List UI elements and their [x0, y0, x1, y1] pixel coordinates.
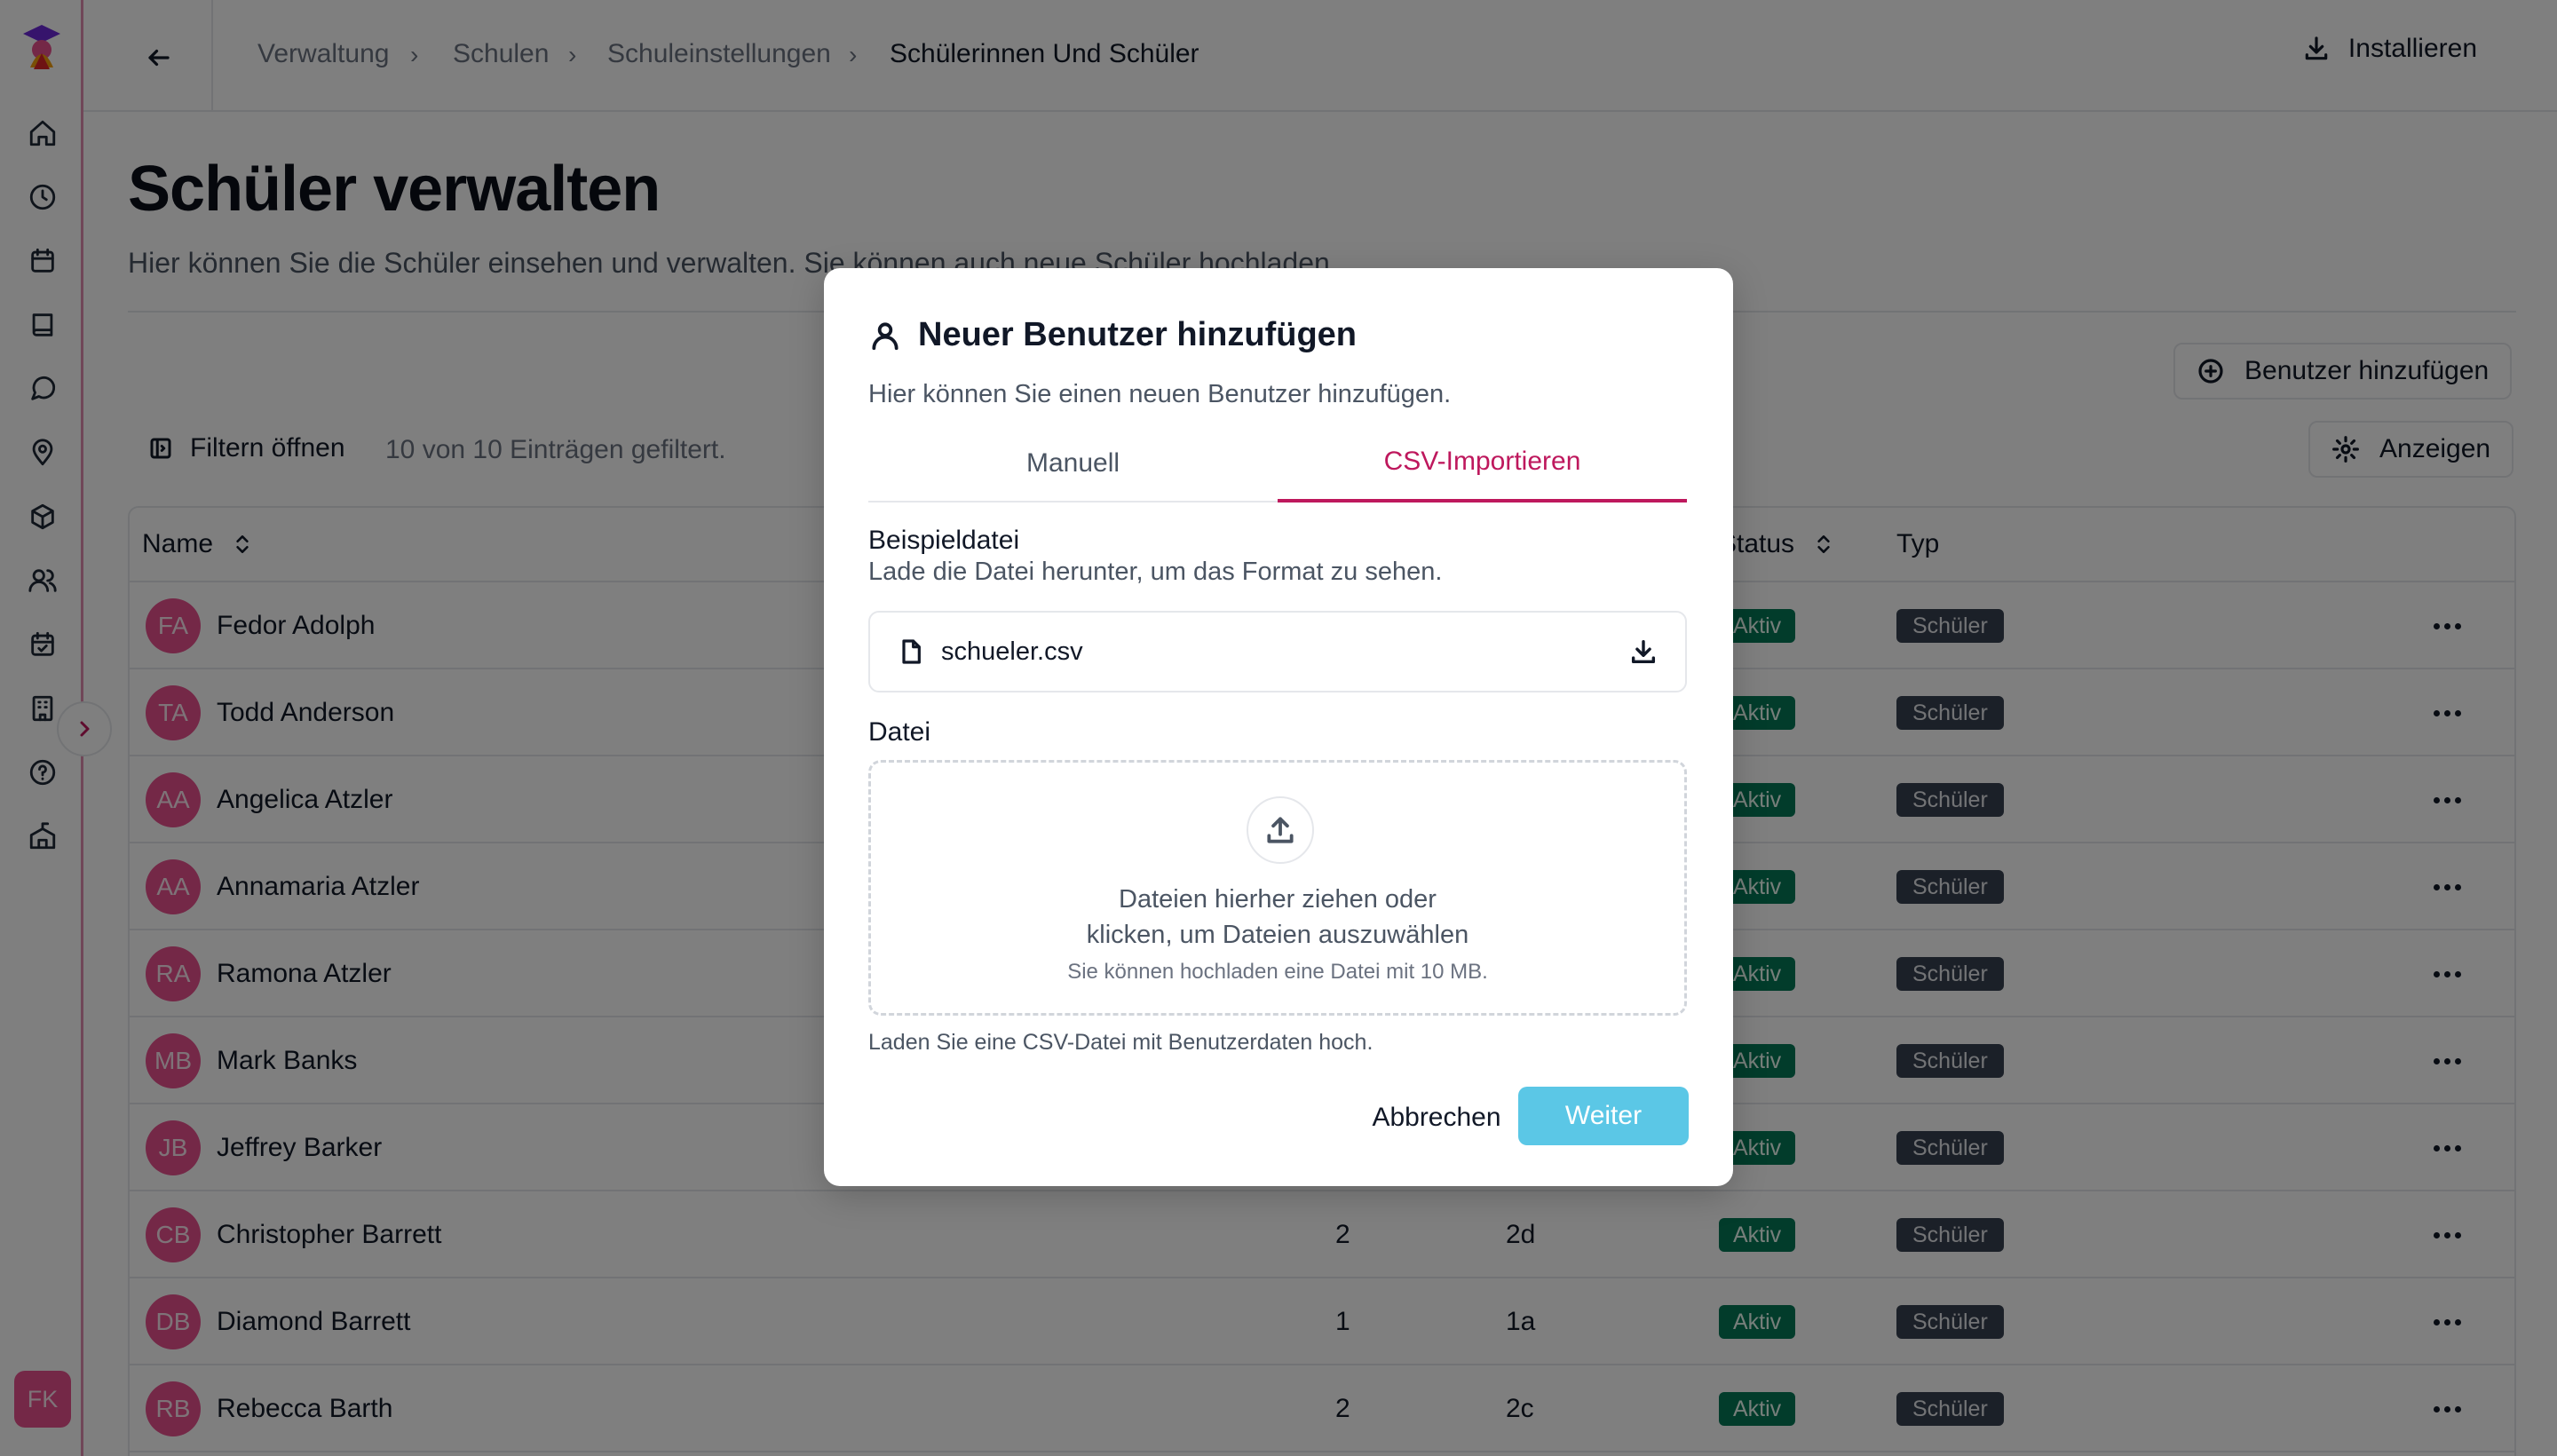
upload-icon [1247, 796, 1314, 864]
download-icon[interactable] [1628, 637, 1658, 667]
example-file-row[interactable]: schueler.csv [868, 611, 1687, 692]
dialog-title-text: Neuer Benutzer hinzufügen [918, 316, 1358, 353]
upload-hint: Laden Sie eine CSV-Datei mit Benutzerdat… [868, 1030, 1373, 1055]
example-file-name: schueler.csv [941, 637, 1083, 666]
file-dropzone[interactable]: Dateien hierher ziehen oder klicken, um … [868, 760, 1687, 1016]
example-file-description: Lade die Datei herunter, um das Format z… [868, 558, 1443, 586]
tab-manual[interactable]: Manuell [868, 424, 1278, 502]
example-file-label: Beispieldatei [868, 526, 1020, 555]
dialog-description: Hier können Sie einen neuen Benutzer hin… [868, 380, 1452, 408]
dropzone-text-line1: Dateien hierher ziehen oder [1119, 885, 1437, 914]
dialog-tabs: Manuell CSV-Importieren [868, 424, 1687, 502]
user-icon [872, 321, 899, 350]
file-label: Datei [868, 717, 931, 747]
add-user-dialog: Neuer Benutzer hinzufügen Hier können Si… [824, 268, 1733, 1186]
next-button[interactable]: Weiter [1518, 1087, 1689, 1145]
tab-csv-import[interactable]: CSV-Importieren [1278, 424, 1687, 502]
file-icon [902, 639, 921, 664]
cancel-button[interactable]: Abbrechen [1339, 1088, 1534, 1147]
dropzone-text-line2: klicken, um Dateien auszuwählen [1086, 921, 1469, 949]
dropzone-size-hint: Sie können hochladen eine Datei mit 10 M… [1067, 960, 1488, 984]
dialog-title: Neuer Benutzer hinzufügen [868, 316, 1357, 354]
